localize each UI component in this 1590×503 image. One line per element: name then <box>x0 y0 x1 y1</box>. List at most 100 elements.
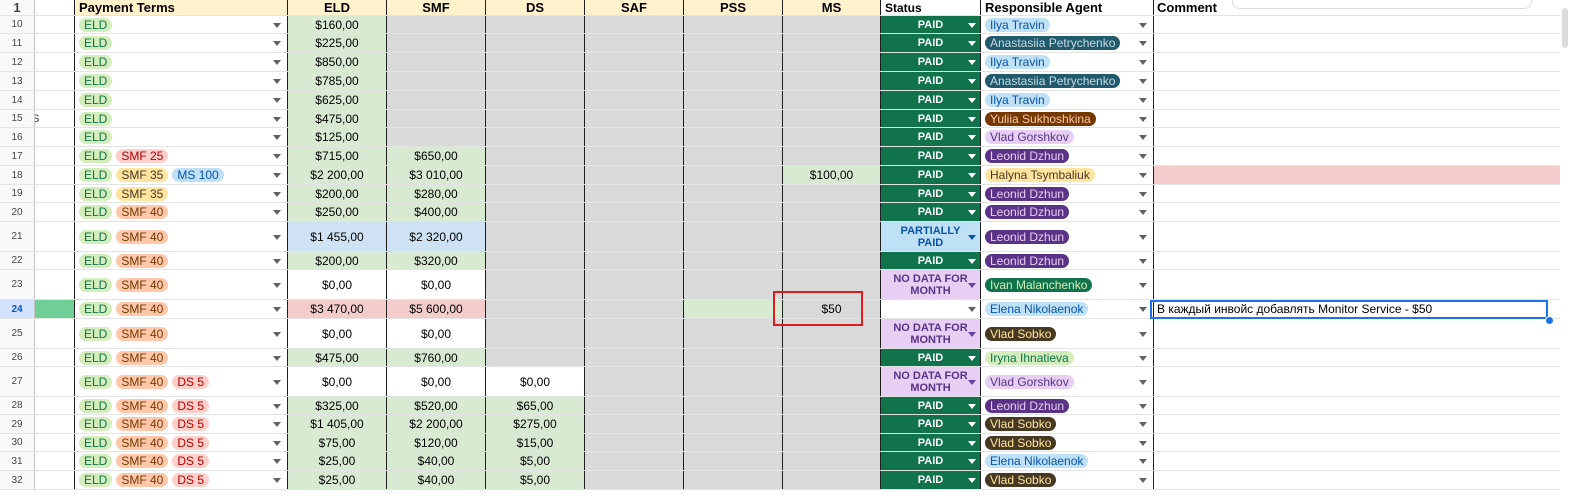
chevron-down-icon[interactable] <box>968 210 976 215</box>
saf-cell[interactable] <box>585 110 684 127</box>
ds-cell[interactable]: $275,00 <box>486 415 585 433</box>
chevron-down-icon[interactable] <box>1139 478 1147 483</box>
saf-cell[interactable] <box>585 319 684 348</box>
chevron-down-icon[interactable] <box>273 191 281 197</box>
eld-cell[interactable]: $325,00 <box>288 397 387 414</box>
ds-cell[interactable] <box>486 53 585 71</box>
eld-cell[interactable]: $3 470,00 <box>288 300 387 318</box>
row-number[interactable]: 28 <box>0 397 35 414</box>
status-dropdown[interactable]: PAID <box>881 203 981 221</box>
status-dropdown[interactable]: PAID <box>881 147 981 165</box>
cell[interactable] <box>35 319 75 348</box>
status-dropdown[interactable]: PAID <box>881 16 981 33</box>
cell[interactable] <box>35 415 75 433</box>
chevron-down-icon[interactable] <box>273 135 281 140</box>
ds-cell[interactable]: $5,00 <box>486 452 585 470</box>
saf-cell[interactable] <box>585 349 684 366</box>
cell[interactable] <box>35 147 75 165</box>
ms-cell[interactable] <box>783 252 881 269</box>
ms-cell[interactable] <box>783 72 881 90</box>
agent-dropdown[interactable]: Ilya Travin <box>981 16 1154 33</box>
smf-cell[interactable]: $2 200,00 <box>387 415 486 433</box>
status-dropdown[interactable]: PAID <box>881 185 981 202</box>
smf-cell[interactable]: $40,00 <box>387 452 486 470</box>
saf-cell[interactable] <box>585 16 684 33</box>
cell[interactable] <box>35 34 75 52</box>
ms-cell[interactable] <box>783 185 881 202</box>
ds-cell[interactable] <box>486 319 585 348</box>
chevron-down-icon[interactable] <box>1139 154 1147 159</box>
chevron-down-icon[interactable] <box>273 41 281 46</box>
eld-cell[interactable]: $625,00 <box>288 91 387 109</box>
status-dropdown[interactable]: NO DATA FOR MONTH <box>881 270 981 299</box>
chevron-down-icon[interactable] <box>968 22 976 28</box>
chevron-down-icon[interactable] <box>273 478 281 483</box>
pss-cell[interactable] <box>684 72 783 90</box>
ms-cell[interactable] <box>783 397 881 414</box>
ms-cell[interactable] <box>783 147 881 165</box>
payment-terms-cell[interactable]: ELD SMF 40 DS 5 <box>75 397 288 414</box>
chevron-down-icon[interactable] <box>1139 79 1147 84</box>
chevron-down-icon[interactable] <box>1139 355 1147 361</box>
saf-cell[interactable] <box>585 471 684 489</box>
smf-cell[interactable]: $400,00 <box>387 203 486 221</box>
chevron-down-icon[interactable] <box>1139 282 1147 288</box>
header-saf[interactable]: SAF <box>585 0 684 15</box>
comment-cell[interactable] <box>1154 349 1570 366</box>
ds-cell[interactable] <box>486 252 585 269</box>
smf-cell[interactable] <box>387 91 486 109</box>
pss-cell[interactable] <box>684 166 783 184</box>
pss-cell[interactable] <box>684 349 783 366</box>
chevron-down-icon[interactable] <box>1139 422 1147 427</box>
status-dropdown[interactable]: PAID <box>881 72 981 90</box>
comment-cell[interactable] <box>1154 319 1570 348</box>
saf-cell[interactable] <box>585 166 684 184</box>
saf-cell[interactable] <box>585 300 684 318</box>
ds-cell[interactable] <box>486 222 585 251</box>
chevron-down-icon[interactable] <box>273 331 281 337</box>
payment-terms-cell[interactable]: ELD SMF 40 <box>75 203 288 221</box>
saf-cell[interactable] <box>585 34 684 52</box>
status-dropdown[interactable]: PAID <box>881 415 981 433</box>
chevron-down-icon[interactable] <box>273 210 281 215</box>
cell[interactable] <box>35 16 75 33</box>
chevron-down-icon[interactable] <box>1139 379 1147 385</box>
cell[interactable] <box>35 300 75 318</box>
pss-cell[interactable] <box>684 16 783 33</box>
smf-cell[interactable] <box>387 34 486 52</box>
status-dropdown[interactable] <box>881 300 981 318</box>
comment-cell[interactable]: В каждый инвойс добавлять Monitor Servic… <box>1154 300 1570 318</box>
ms-cell[interactable] <box>783 349 881 366</box>
chevron-down-icon[interactable] <box>273 22 281 28</box>
smf-cell[interactable]: $0,00 <box>387 367 486 396</box>
chevron-down-icon[interactable] <box>968 459 976 464</box>
agent-dropdown[interactable]: Anastasiia Petrychenko <box>981 34 1154 52</box>
status-dropdown[interactable]: PAID <box>881 349 981 366</box>
ms-cell[interactable]: $100,00 <box>783 166 881 184</box>
agent-dropdown[interactable]: Leonid Dzhun <box>981 203 1154 221</box>
status-dropdown[interactable]: PAID <box>881 166 981 184</box>
cell[interactable] <box>35 91 75 109</box>
saf-cell[interactable] <box>585 434 684 451</box>
chevron-down-icon[interactable] <box>273 98 281 103</box>
vertical-scrollbar[interactable] <box>1560 0 1590 503</box>
pss-cell[interactable] <box>684 110 783 127</box>
comment-cell[interactable] <box>1154 452 1570 470</box>
ds-cell[interactable] <box>486 185 585 202</box>
payment-terms-cell[interactable]: ELD SMF 40 DS 5 <box>75 367 288 396</box>
payment-terms-cell[interactable]: ELD SMF 40 <box>75 252 288 269</box>
row-number[interactable]: 21 <box>0 222 35 251</box>
chevron-down-icon[interactable] <box>1139 191 1147 197</box>
ms-cell[interactable] <box>783 203 881 221</box>
cell[interactable] <box>35 452 75 470</box>
saf-cell[interactable] <box>585 367 684 396</box>
comment-cell[interactable] <box>1154 471 1570 489</box>
row-number[interactable]: 19 <box>0 185 35 202</box>
ds-cell[interactable]: $65,00 <box>486 397 585 414</box>
pss-cell[interactable] <box>684 319 783 348</box>
pss-cell[interactable] <box>684 53 783 71</box>
pss-cell[interactable] <box>684 300 783 318</box>
row-number[interactable]: 26 <box>0 349 35 366</box>
comment-cell[interactable] <box>1154 34 1570 52</box>
chevron-down-icon[interactable] <box>273 258 281 264</box>
